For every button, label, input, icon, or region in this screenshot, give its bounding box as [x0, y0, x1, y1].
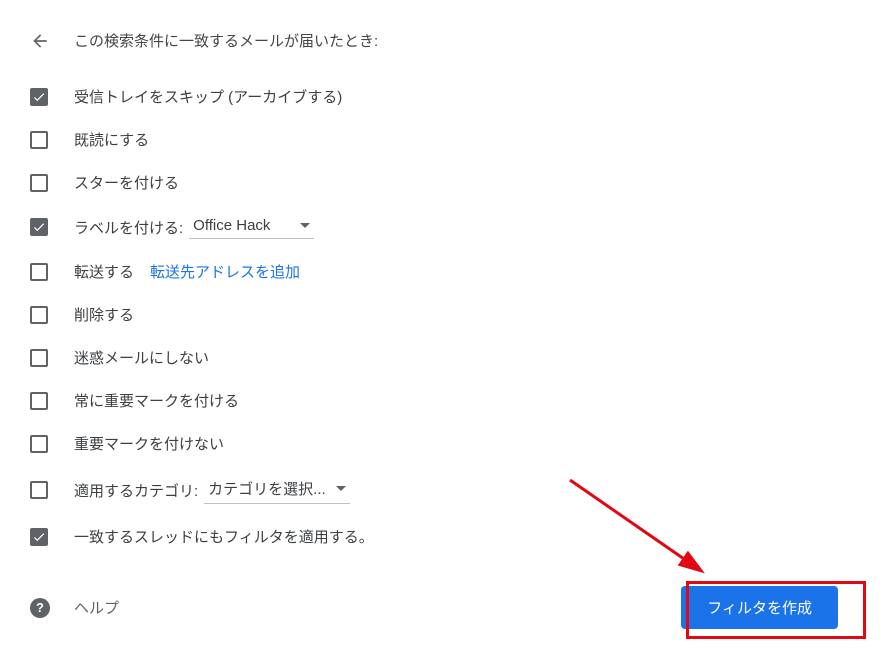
checkbox-star[interactable] [30, 174, 48, 192]
label-never-important: 重要マークを付けない [74, 433, 224, 454]
label-select-value: Office Hack [193, 217, 270, 234]
checkbox-never-important[interactable] [30, 435, 48, 453]
label-apply-existing: 一致するスレッドにもフィルタを適用する。 [74, 526, 374, 547]
category-select-value: カテゴリを選択... [208, 478, 326, 499]
add-forward-address-link[interactable]: 転送先アドレスを追加 [150, 261, 300, 282]
checkbox-category[interactable] [30, 481, 48, 499]
label-skip-inbox: 受信トレイをスキップ (アーカイブする) [74, 86, 342, 107]
category-select[interactable]: カテゴリを選択... [204, 476, 350, 504]
option-mark-read: 既読にする [30, 118, 862, 161]
option-star: スターを付ける [30, 161, 862, 204]
checkbox-forward[interactable] [30, 263, 48, 281]
checkbox-mark-read[interactable] [30, 131, 48, 149]
label-select[interactable]: Office Hack [189, 215, 314, 239]
checkbox-delete[interactable] [30, 306, 48, 324]
label-delete: 削除する [74, 304, 134, 325]
option-always-important: 常に重要マークを付ける [30, 379, 862, 422]
help-link[interactable]: ヘルプ [74, 597, 119, 618]
checkbox-always-important[interactable] [30, 392, 48, 410]
filter-header-text: この検索条件に一致するメールが届いたとき: [74, 30, 378, 51]
label-apply-label: ラベルを付ける: [74, 217, 183, 238]
option-category: 適用するカテゴリ: カテゴリを選択... [30, 465, 862, 515]
label-never-spam: 迷惑メールにしない [74, 347, 209, 368]
option-skip-inbox: 受信トレイをスキップ (アーカイブする) [30, 75, 862, 118]
checkbox-apply-label[interactable] [30, 218, 48, 236]
label-star: スターを付ける [74, 172, 179, 193]
option-delete: 削除する [30, 293, 862, 336]
option-apply-label: ラベルを付ける: Office Hack [30, 204, 862, 250]
label-forward: 転送する [74, 261, 134, 282]
label-mark-read: 既読にする [74, 129, 149, 150]
checkbox-apply-existing[interactable] [30, 528, 48, 546]
option-never-spam: 迷惑メールにしない [30, 336, 862, 379]
option-apply-existing: 一致するスレッドにもフィルタを適用する。 [30, 515, 862, 558]
option-never-important: 重要マークを付けない [30, 422, 862, 465]
label-always-important: 常に重要マークを付ける [74, 390, 239, 411]
create-filter-button[interactable]: フィルタを作成 [681, 586, 838, 629]
checkbox-skip-inbox[interactable] [30, 88, 48, 106]
checkbox-never-spam[interactable] [30, 349, 48, 367]
help-icon[interactable]: ? [30, 598, 50, 618]
option-forward: 転送する 転送先アドレスを追加 [30, 250, 862, 293]
label-category: 適用するカテゴリ: [74, 480, 198, 501]
chevron-down-icon [300, 223, 310, 228]
back-arrow-icon[interactable] [30, 31, 50, 51]
chevron-down-icon [336, 486, 346, 491]
